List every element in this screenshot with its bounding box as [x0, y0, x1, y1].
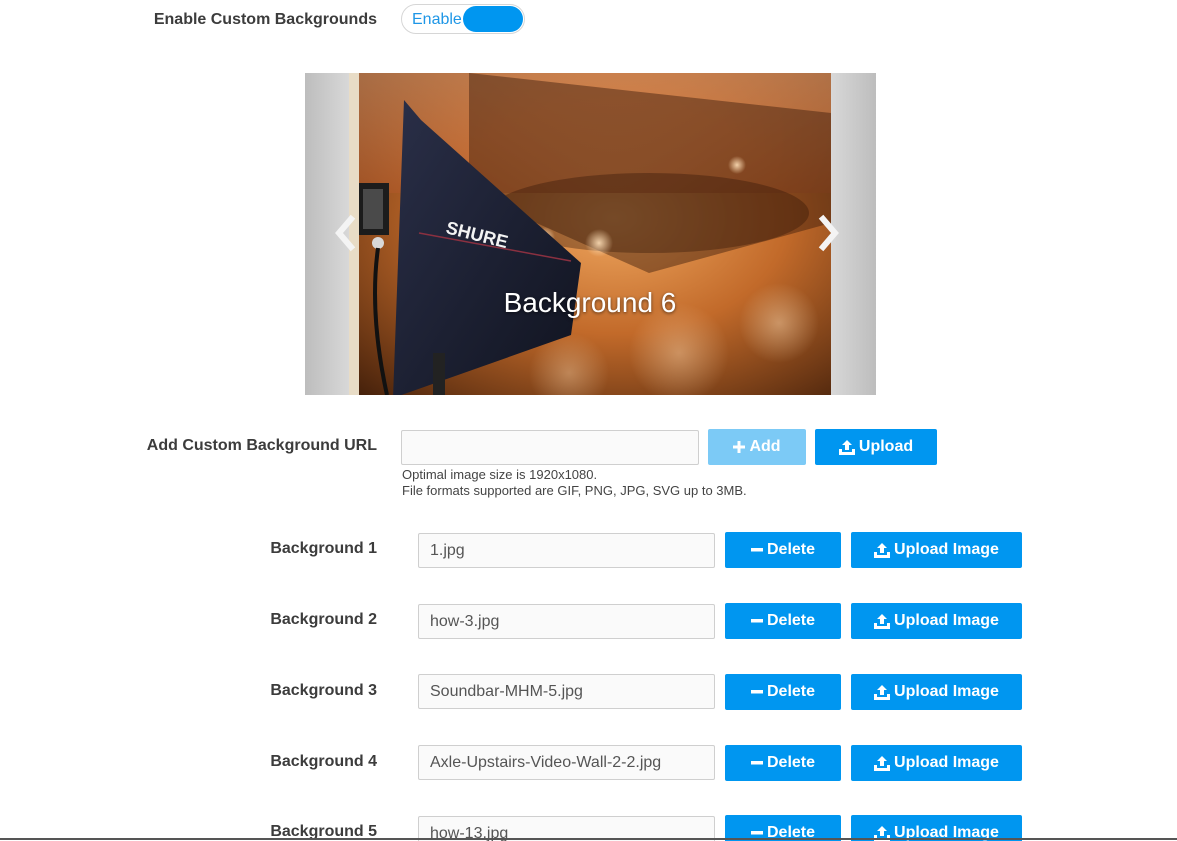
upload-image-button-label: Upload Image	[894, 754, 999, 771]
upload-url-button[interactable]: Upload	[815, 429, 937, 465]
carousel-slide-image: SHURE	[349, 73, 831, 395]
help-text-formats: File formats supported are GIF, PNG, JPG…	[402, 483, 747, 498]
upload-icon	[874, 613, 891, 629]
upload-icon	[838, 439, 855, 455]
background-file-field[interactable]: Soundbar-MHM-5.jpg	[418, 674, 715, 709]
chevron-left-icon	[335, 214, 356, 252]
upload-icon	[874, 542, 891, 558]
minus-icon	[750, 548, 763, 552]
enable-toggle[interactable]: Enable	[401, 4, 525, 34]
bottom-divider	[0, 838, 1177, 840]
chevron-right-icon	[818, 214, 839, 252]
plus-icon	[733, 441, 746, 453]
slide-photo: SHURE	[349, 73, 831, 395]
upload-image-button[interactable]: Upload Image	[851, 532, 1022, 568]
background-file-field[interactable]: Axle-Upstairs-Video-Wall-2-2.jpg	[418, 745, 715, 780]
delete-background-button[interactable]: Delete	[725, 674, 841, 710]
delete-background-button[interactable]: Delete	[725, 745, 841, 781]
background-label: Background 3	[270, 682, 377, 699]
background-label: Background 2	[270, 611, 377, 628]
background-file-field[interactable]: 1.jpg	[418, 533, 715, 568]
minus-icon	[750, 761, 763, 765]
add-url-label: Add Custom Background URL	[146, 437, 377, 454]
delete-button-label: Delete	[766, 612, 816, 629]
upload-image-button-label: Upload Image	[894, 541, 999, 558]
upload-image-button[interactable]: Upload Image	[851, 603, 1022, 639]
upload-icon	[874, 755, 891, 771]
delete-button-label: Delete	[766, 541, 816, 558]
add-url-button-label: Add	[749, 438, 781, 455]
toggle-text: Enable	[412, 11, 462, 28]
background-url-input[interactable]	[401, 430, 699, 465]
carousel-prev-button[interactable]	[331, 213, 361, 253]
background-file-field[interactable]: how-3.jpg	[418, 604, 715, 639]
delete-button-label: Delete	[766, 683, 816, 700]
carousel-caption: Background 6	[503, 287, 677, 318]
add-url-button[interactable]: Add	[708, 429, 806, 465]
carousel-next-button[interactable]	[813, 213, 843, 253]
upload-image-button-label: Upload Image	[894, 683, 999, 700]
upload-image-button[interactable]: Upload Image	[851, 745, 1022, 781]
delete-button-label: Delete	[766, 754, 816, 771]
toggle-knob	[463, 6, 523, 32]
delete-background-button[interactable]: Delete	[725, 603, 841, 639]
background-carousel: SHURE Background 6	[305, 73, 876, 395]
upload-icon	[874, 684, 891, 700]
upload-image-button[interactable]: Upload Image	[851, 674, 1022, 710]
background-label: Background 4	[270, 753, 377, 770]
background-label: Background 1	[270, 540, 377, 557]
delete-background-button[interactable]: Delete	[725, 532, 841, 568]
help-text-size: Optimal image size is 1920x1080.	[402, 467, 598, 482]
minus-icon	[750, 619, 763, 623]
upload-image-button-label: Upload Image	[894, 612, 999, 629]
custom-backgrounds-panel: Enable Custom Backgrounds Enable SHURE B…	[0, 0, 1177, 841]
upload-url-button-label: Upload	[858, 438, 914, 455]
minus-icon	[750, 831, 763, 835]
minus-icon	[750, 690, 763, 694]
enable-custom-backgrounds-label: Enable Custom Backgrounds	[153, 11, 377, 28]
